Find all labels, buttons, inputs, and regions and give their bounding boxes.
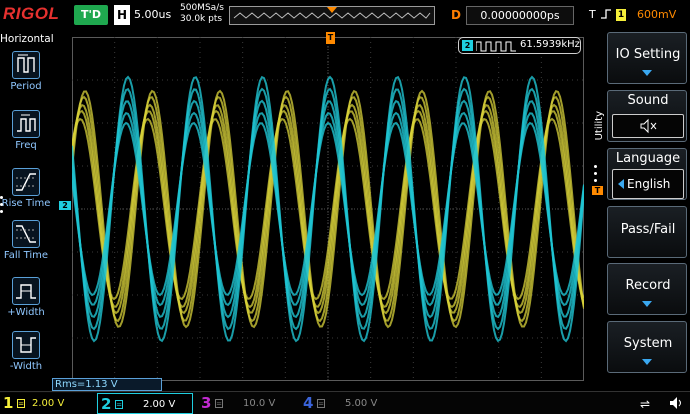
rise-time-icon <box>12 168 40 196</box>
measure-period[interactable]: Period <box>0 51 52 103</box>
channel-status-bar: 1 = 2.00 V 2 = 2.00 V 3 = 10.0 V 4 = 5.0… <box>0 391 690 414</box>
channel-2-offset-marker[interactable]: 2 <box>59 201 71 210</box>
sample-rate: 500MSa/s <box>180 3 224 13</box>
coupling-icon: = <box>215 399 223 408</box>
language-value[interactable]: English <box>612 169 684 199</box>
right-page-dots <box>594 165 597 186</box>
language-current: English <box>627 177 671 191</box>
pass-fail-label: Pass/Fail <box>620 222 676 237</box>
top-status-bar: RIGOL T'D H 5.00us 500MSa/s 30.0k pts D … <box>0 0 690 31</box>
speaker-mute-icon <box>640 118 657 134</box>
panel-title: Horizontal <box>0 33 54 45</box>
delay-badge: D <box>451 8 461 22</box>
trigger-level-value[interactable]: 600mV <box>637 8 676 21</box>
frequency-counter: 2 61.5939kHz <box>458 37 581 54</box>
system-button[interactable]: System <box>607 321 687 373</box>
sound-value[interactable] <box>612 114 684 138</box>
memory-overview-bar[interactable] <box>229 6 435 25</box>
channel-1-number: 1 <box>3 394 14 412</box>
counter-value: 61.5939kHz <box>520 39 580 50</box>
square-wave-icon <box>476 41 516 52</box>
freq-icon <box>12 110 40 138</box>
channel-3-number: 3 <box>201 394 212 412</box>
system-label: System <box>623 336 673 351</box>
channel-4-scale: 5.00 V <box>345 398 378 409</box>
channel-4-number: 4 <box>303 394 314 412</box>
utility-menu-panel: Utility IO Setting Sound Language Englis… <box>592 31 690 380</box>
coupling-icon: = <box>115 400 123 409</box>
measure-period-label: Period <box>10 81 42 92</box>
waveform-display[interactable] <box>72 37 584 381</box>
channel-3-tab[interactable]: 3 = 10.0 V <box>198 393 294 414</box>
trigger-badge: T <box>589 8 596 21</box>
record-button[interactable]: Record <box>607 263 687 315</box>
trigger-position-marker[interactable]: T <box>326 32 335 44</box>
sound-label: Sound <box>627 93 669 108</box>
record-label: Record <box>625 278 671 293</box>
sound-button[interactable]: Sound <box>607 90 687 142</box>
rising-edge-icon <box>600 8 612 23</box>
pos-width-icon <box>12 277 40 305</box>
usb-icon: ⇌ <box>640 397 651 411</box>
rigol-logo: RIGOL <box>3 4 60 23</box>
measure-rise-time[interactable]: Rise Time <box>0 168 52 220</box>
channel-2-tab[interactable]: 2 = 2.00 V <box>97 393 193 414</box>
period-icon <box>12 51 40 79</box>
chevron-down-icon <box>642 70 652 76</box>
measure-neg-width[interactable]: -Width <box>0 331 52 383</box>
channel-2-scale: 2.00 V <box>143 399 176 410</box>
channel-1-scale: 2.00 V <box>32 398 65 409</box>
channel-1-tab[interactable]: 1 = 2.00 V <box>0 393 96 414</box>
delay-value[interactable]: 0.00000000ps <box>466 6 574 25</box>
timebase-value[interactable]: 5.00us <box>134 8 171 21</box>
channel-3-scale: 10.0 V <box>243 398 276 409</box>
counter-channel-badge: 2 <box>462 40 473 51</box>
measure-freq-label: Freq <box>15 140 37 151</box>
measure-fall-time[interactable]: Fall Time <box>0 220 52 272</box>
measure-pos-width-label: +Width <box>7 307 45 318</box>
trigger-status-badge[interactable]: T'D <box>74 5 108 25</box>
measure-fall-time-label: Fall Time <box>3 250 49 261</box>
memory-depth: 30.0k pts <box>180 14 223 24</box>
overview-wave-icon <box>233 7 431 19</box>
trigger-source-badge: 1 <box>616 9 626 21</box>
left-page-dots <box>0 196 5 217</box>
language-button[interactable]: Language English <box>607 148 687 200</box>
sample-rate-info: 500MSa/s 30.0k pts <box>180 3 224 25</box>
chevron-down-icon <box>642 359 652 365</box>
coupling-icon: = <box>17 399 25 408</box>
measure-freq[interactable]: Freq <box>0 110 52 162</box>
neg-width-icon <box>12 331 40 359</box>
channel-4-tab[interactable]: 4 = 5.00 V <box>300 393 396 414</box>
horizontal-measure-panel: Horizontal Period Freq Rise Time Fall Ti… <box>0 31 54 391</box>
io-setting-button[interactable]: IO Setting <box>607 32 687 84</box>
speaker-icon[interactable] <box>668 396 684 413</box>
coupling-icon: = <box>317 399 325 408</box>
measure-neg-width-label: -Width <box>9 361 43 372</box>
channel-2-number: 2 <box>101 395 112 413</box>
fall-time-icon <box>12 220 40 248</box>
pass-fail-button[interactable]: Pass/Fail <box>607 206 687 258</box>
language-label: Language <box>615 151 681 166</box>
rms-measurement[interactable]: Rms=1.13 V <box>52 378 162 391</box>
horizontal-badge: H <box>114 5 130 25</box>
measure-rise-time-label: Rise Time <box>1 198 51 209</box>
menu-title: Utility <box>594 111 605 141</box>
chevron-down-icon <box>642 301 652 307</box>
chevron-left-icon <box>618 179 624 189</box>
measure-pos-width[interactable]: +Width <box>0 277 52 329</box>
io-setting-label: IO Setting <box>615 47 681 62</box>
